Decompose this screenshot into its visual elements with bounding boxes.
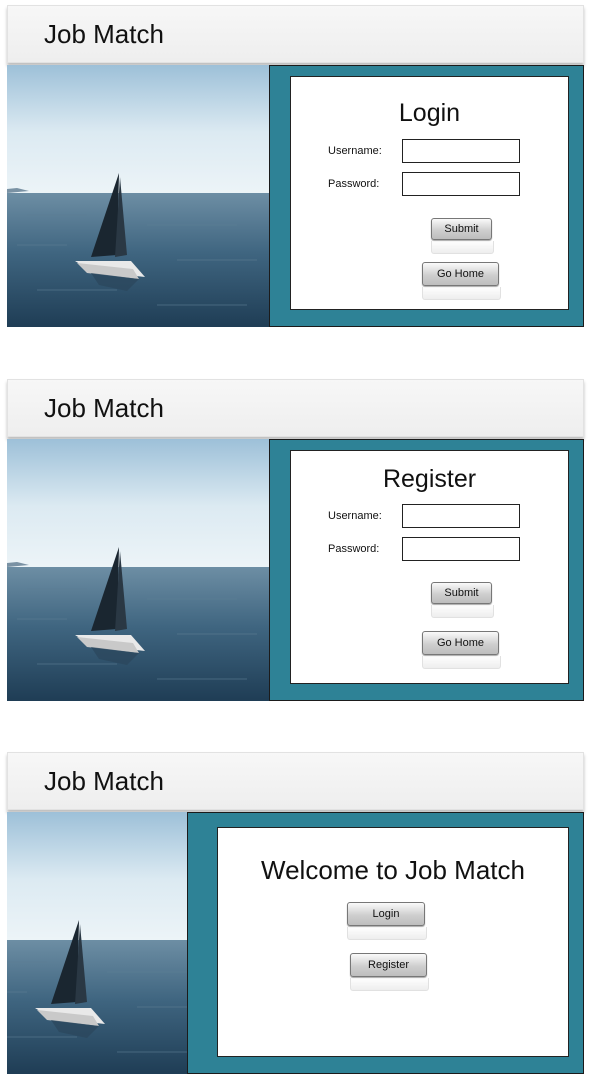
app-title: Job Match bbox=[44, 19, 164, 49]
sailboat-image bbox=[7, 65, 269, 327]
password-input[interactable] bbox=[402, 172, 520, 196]
submit-button-reflection bbox=[431, 241, 494, 254]
submit-button[interactable]: Submit bbox=[431, 582, 492, 604]
register-title: Register bbox=[382, 465, 477, 493]
welcome-panel: Welcome to Job Match Login Register bbox=[187, 812, 584, 1074]
register-button[interactable]: Register bbox=[350, 953, 427, 977]
app-title: Job Match bbox=[44, 393, 164, 423]
sailboat-image bbox=[7, 439, 269, 701]
app-title: Job Match bbox=[44, 766, 164, 796]
login-form: Login Username: Password: Submit Go Home bbox=[290, 76, 569, 310]
submit-button-reflection bbox=[431, 605, 494, 618]
login-button-reflection bbox=[347, 927, 427, 940]
register-panel: Register Username: Password: Submit Go H… bbox=[269, 439, 584, 701]
username-input[interactable] bbox=[402, 504, 520, 528]
register-button-reflection bbox=[350, 978, 429, 991]
login-title: Login bbox=[398, 99, 461, 127]
welcome-content: Welcome to Job Match Login Register bbox=[217, 827, 569, 1057]
password-label: Password: bbox=[328, 178, 380, 190]
welcome-title: Welcome to Job Match bbox=[261, 855, 525, 885]
username-label: Username: bbox=[328, 145, 382, 157]
sailboat-image bbox=[7, 812, 187, 1074]
login-button[interactable]: Login bbox=[347, 902, 425, 926]
go-home-button-reflection bbox=[422, 656, 501, 669]
submit-button[interactable]: Submit bbox=[431, 218, 492, 240]
username-label: Username: bbox=[328, 510, 382, 522]
go-home-button[interactable]: Go Home bbox=[422, 262, 499, 286]
password-input[interactable] bbox=[402, 537, 520, 561]
register-form: Register Username: Password: Submit Go H… bbox=[290, 450, 569, 684]
password-label: Password: bbox=[328, 543, 380, 555]
username-input[interactable] bbox=[402, 139, 520, 163]
app-header: Job Match bbox=[7, 379, 584, 437]
login-panel: Login Username: Password: Submit Go Home bbox=[269, 65, 584, 327]
go-home-button-reflection bbox=[422, 287, 501, 300]
go-home-button[interactable]: Go Home bbox=[422, 631, 499, 655]
app-header: Job Match bbox=[7, 752, 584, 810]
app-header: Job Match bbox=[7, 5, 584, 63]
